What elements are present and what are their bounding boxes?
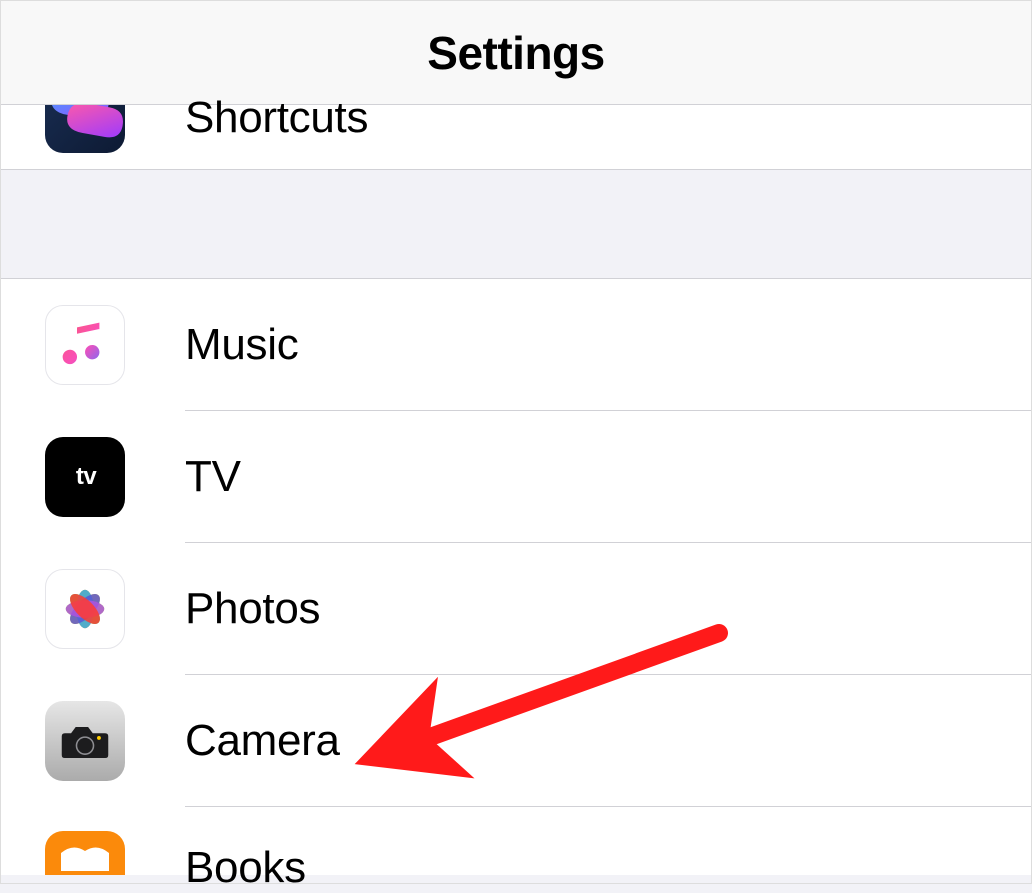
list-item-label: Shortcuts: [185, 93, 368, 143]
settings-header: Settings: [1, 1, 1031, 105]
list-item-photos[interactable]: Photos: [1, 543, 1031, 675]
list-item-label: Camera: [185, 716, 340, 766]
page-title: Settings: [427, 26, 604, 80]
list-item-music[interactable]: Music: [1, 279, 1031, 411]
camera-icon: [45, 701, 125, 781]
section-divider: [1, 169, 1031, 279]
list-item-label: Books: [185, 843, 306, 893]
settings-list-section-1: Shortcuts: [1, 105, 1031, 169]
list-item-tv[interactable]: tv TV: [1, 411, 1031, 543]
books-icon: [45, 831, 125, 875]
list-item-label: Music: [185, 320, 298, 370]
settings-list-section-2: Music tv TV Photos: [1, 279, 1031, 875]
list-item-books[interactable]: Books: [1, 807, 1031, 875]
list-item-camera[interactable]: Camera: [1, 675, 1031, 807]
tv-icon: tv: [45, 437, 125, 517]
shortcuts-icon: [45, 105, 125, 153]
photos-icon: [45, 569, 125, 649]
music-icon: [45, 305, 125, 385]
list-item-label: Photos: [185, 584, 320, 634]
list-item-shortcuts[interactable]: Shortcuts: [1, 105, 1031, 169]
list-item-label: TV: [185, 452, 241, 502]
